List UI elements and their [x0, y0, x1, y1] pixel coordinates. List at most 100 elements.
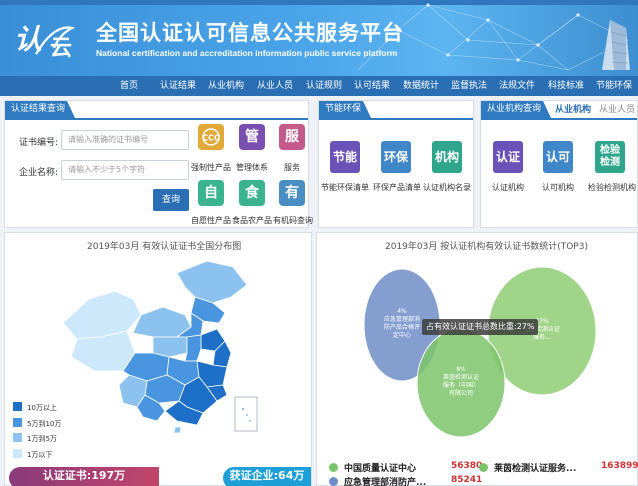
legend-item-tuv[interactable]: 莱茵检测认证服务... — [479, 461, 576, 474]
legend-item-10k-50k[interactable]: 1万到5万 — [13, 433, 57, 444]
map-title: 2019年03月 有效认证证书全国分布图 — [87, 242, 242, 252]
legend-name: 莱茵检测认证服务... — [494, 464, 577, 474]
map-panel: 2019年03月 有效认证证书全国分布图 10万以上 5万到10万 1万到5万 … — [4, 232, 312, 486]
bubble-label: 应急管理部消 — [384, 315, 420, 323]
nav-item-personnel[interactable]: 从业人员 — [257, 76, 293, 96]
environmental-list-label[interactable]: 环保产品清单 — [373, 179, 421, 197]
org-directory-label[interactable]: 认证机构名录 — [423, 179, 471, 197]
legend-item-50k-100k[interactable]: 5万到10万 — [13, 418, 61, 429]
logo-mark-a: 认 — [14, 23, 43, 56]
legend-value-tuv: 163899 — [601, 461, 638, 471]
ccc-label[interactable]: 强制性产品 — [190, 162, 232, 173]
food-agri-icon[interactable]: 食 — [239, 180, 265, 206]
nav-item-standards[interactable]: 科技标准 — [548, 76, 584, 96]
legend-label: 5万到10万 — [27, 420, 62, 428]
energy-panel: 节能环保 节能 节能环保清单 环保 环保产品清单 机构 认证机构名录 — [318, 100, 474, 228]
service-label[interactable]: 服务 — [277, 162, 307, 173]
legend-item-over-100k[interactable]: 10万以上 — [13, 402, 57, 413]
accred-org-label[interactable]: 认可机构 — [535, 179, 581, 197]
bubble-label: 定中心 — [393, 331, 411, 339]
legend-value-fire: 85241 — [451, 475, 482, 485]
organic-code-label[interactable]: 有机码查询 — [273, 215, 313, 226]
legend-dot — [479, 463, 488, 472]
nav-item-regulations[interactable]: 法规文件 — [499, 76, 535, 96]
building-graphic — [602, 20, 630, 70]
organic-code-icon[interactable]: 有 — [279, 180, 305, 206]
bubble-label: 防产品合格评 — [384, 323, 420, 331]
company-count-badge: 获证企业:64万 — [223, 467, 311, 486]
china-map[interactable] — [57, 257, 267, 439]
legend-value: 85241 — [451, 475, 483, 485]
legend-name: 应急管理部消防产... — [344, 478, 427, 486]
legend-item-cqc[interactable]: 中国质量认证中心 — [329, 461, 416, 474]
accred-org-tile[interactable]: 认可 — [543, 141, 573, 173]
energy-saving-list-label[interactable]: 节能环保清单 — [321, 179, 369, 197]
cert-number-label: 证书编号: — [19, 138, 59, 148]
nav-item-organizations[interactable]: 从业机构 — [208, 76, 244, 96]
cert-org-label[interactable]: 认证机构 — [485, 179, 531, 197]
legend-value: 163899 — [601, 461, 638, 471]
management-system-label[interactable]: 管理体系 — [233, 162, 271, 173]
bubble-chart[interactable]: 4%应急管理部消防产品合格评定中心27%莱茵检测认证服务...8%莱茵检测认证服… — [317, 253, 638, 463]
legend-value: 56380 — [451, 461, 483, 471]
legend-name: 中国质量认证中心 — [344, 464, 417, 474]
legend-swatch — [13, 449, 22, 458]
tab-org[interactable]: 从业机构 — [555, 103, 591, 118]
legend-label: 1万到5万 — [27, 435, 57, 443]
main-nav: 首页 认证结果 从业机构 从业人员 认证规则 认可结果 数据统计 监督执法 法规… — [0, 76, 638, 96]
ccc-mark: CCC — [202, 128, 220, 146]
tab-underline — [5, 118, 308, 120]
tab-underline — [481, 118, 637, 120]
bubble-chart-title: 2019年03月 按认证机构有效认证书数统计(TOP3) — [385, 242, 588, 252]
legend-label: 1万以下 — [27, 451, 53, 459]
service-icon[interactable]: 服 — [279, 124, 305, 150]
chart-tooltip: 占有效认证证书总数比重:27% — [422, 319, 539, 335]
logo-mark-b: 云 — [50, 36, 73, 61]
management-system-icon[interactable]: 管 — [239, 124, 265, 150]
legend-item-fire[interactable]: 应急管理部消防产... — [329, 475, 426, 486]
bubble-chart-panel: 2019年03月 按认证机构有效认证书数统计(TOP3) 4% 应急管理部消 防产品… — [316, 232, 638, 486]
legend-value-cqc: 56380 — [451, 461, 482, 471]
cert-org-tile[interactable]: 认证 — [493, 141, 523, 173]
nav-item-cert-results[interactable]: 认证结果 — [160, 76, 196, 96]
nav-item-accreditation[interactable]: 认可结果 — [354, 76, 390, 96]
energy-saving-tile[interactable]: 节能 — [330, 141, 360, 173]
query-button[interactable]: 查询 — [153, 189, 189, 211]
org-directory-tile[interactable]: 机构 — [432, 141, 462, 173]
nav-item-home[interactable]: 首页 — [120, 76, 138, 96]
food-agri-label[interactable]: 食品农产品 — [231, 215, 273, 226]
tab-underline — [319, 118, 473, 120]
legend-swatch — [13, 433, 22, 442]
nav-item-statistics[interactable]: 数据统计 — [403, 76, 439, 96]
cert-search-panel: 认证结果查询 证书编号: 请输入准确的证书编号 企业名称: 请输入不少于5个字符… — [4, 100, 313, 228]
voluntary-product-label[interactable]: 自愿性产品 — [190, 215, 232, 226]
inspection-org-tile[interactable]: 检验检测 — [595, 141, 625, 173]
cert-count-badge: 认证证书:197万 — [9, 467, 159, 486]
nav-item-energy[interactable]: 节能环保 — [596, 76, 632, 96]
legend-item-under-10k[interactable]: 1万以下 — [13, 449, 52, 460]
cert-number-input[interactable]: 请输入准确的证书编号 — [61, 130, 189, 150]
legend-swatch — [13, 418, 22, 427]
voluntary-product-icon[interactable]: 自 — [198, 180, 224, 206]
legend-label: 10万以上 — [27, 404, 57, 412]
nav-item-cert-rules[interactable]: 认证规则 — [306, 76, 342, 96]
company-name-input[interactable]: 请输入不少于5个字符 — [61, 160, 189, 180]
environmental-tile[interactable]: 环保 — [381, 141, 411, 173]
bubble-label: 服务（中国） — [443, 381, 479, 389]
bubble-label: 莱茵检测认证 — [443, 373, 479, 381]
site-logo[interactable]: 认 云 — [14, 14, 84, 66]
legend-dot — [329, 463, 338, 472]
site-title: 全国认证认可信息公共服务平台 — [96, 21, 404, 45]
site-header: 认 云 全国认证认可信息公共服务平台 National certificatio… — [0, 0, 638, 76]
tab-cert-search[interactable]: 认证结果查询 — [5, 101, 75, 118]
nav-item-supervision[interactable]: 监督执法 — [451, 76, 487, 96]
site-subtitle: National certification and accreditation… — [96, 48, 398, 58]
tab-energy[interactable]: 节能环保 — [319, 101, 371, 118]
tab-org-search[interactable]: 从业机构查询 — [481, 101, 551, 118]
svg-text:CCC: CCC — [202, 134, 220, 143]
tab-personnel[interactable]: 从业人员 — [599, 103, 635, 118]
org-panel: 从业机构查询 从业机构 从业人员 认证 认证机构 认可 认可机构 检验检测 检验… — [480, 100, 638, 228]
ccc-icon[interactable]: CCC — [198, 124, 224, 150]
bubble-label: 4% — [397, 308, 407, 315]
inspection-org-label[interactable]: 检验检测机构 — [585, 179, 638, 197]
